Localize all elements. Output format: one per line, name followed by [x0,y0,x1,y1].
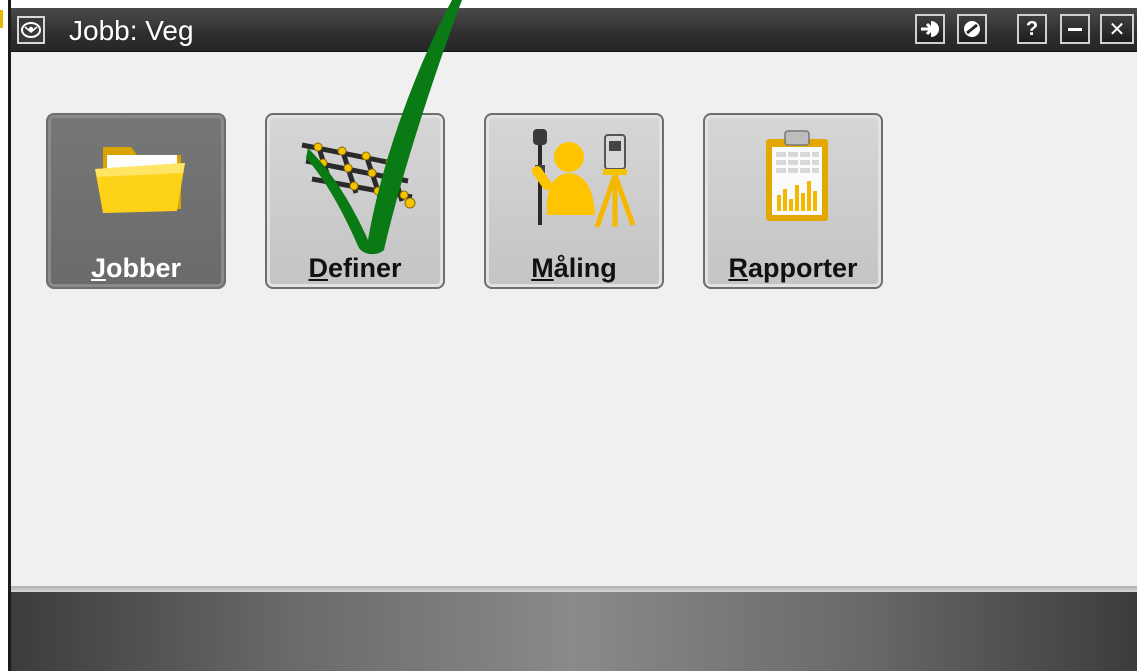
minimize-button[interactable] [1060,14,1090,44]
login-arrow-icon [921,21,939,37]
menu-tile-label: Jobber [90,253,182,283]
menu-tile-label: Måling [531,253,617,283]
report-clipboard-icon [730,125,860,235]
title-bar: Jobb: Veg ? ✕ [11,8,1137,52]
main-menu-panel: Jobber Definer Måling Rapporter [11,52,1137,586]
stop-button[interactable] [957,14,987,44]
help-icon: ? [1025,17,1039,40]
app-logo-icon[interactable] [17,16,45,44]
folder-icon [73,125,203,235]
window-title: Jobb: Veg [69,15,194,46]
close-icon: ✕ [1108,18,1126,41]
menu-tile-maling[interactable]: Måling [484,113,664,289]
stop-icon [964,21,980,37]
menu-tile-label: Definer [308,253,402,283]
minimize-icon [1068,28,1082,31]
bottom-softkey-bar [11,592,1137,671]
screen: Jobb: Veg ? ✕ Jobber Definer Måling Rapp… [0,0,1137,671]
menu-tile-label: Rapporter [728,253,858,283]
background-edge-marker [0,10,3,28]
menu-tile-rapporter[interactable]: Rapporter [703,113,883,289]
app-window: Jobb: Veg ? ✕ Jobber Definer Måling Rapp… [11,8,1137,671]
grid-network-icon [292,125,422,235]
help-button[interactable]: ? [1017,14,1047,44]
menu-tile-jobber[interactable]: Jobber [46,113,226,289]
login-arrow-button[interactable] [915,14,945,44]
surveyor-instrument-icon [511,125,641,235]
menu-tile-definer[interactable]: Definer [265,113,445,289]
close-button[interactable]: ✕ [1100,14,1134,44]
